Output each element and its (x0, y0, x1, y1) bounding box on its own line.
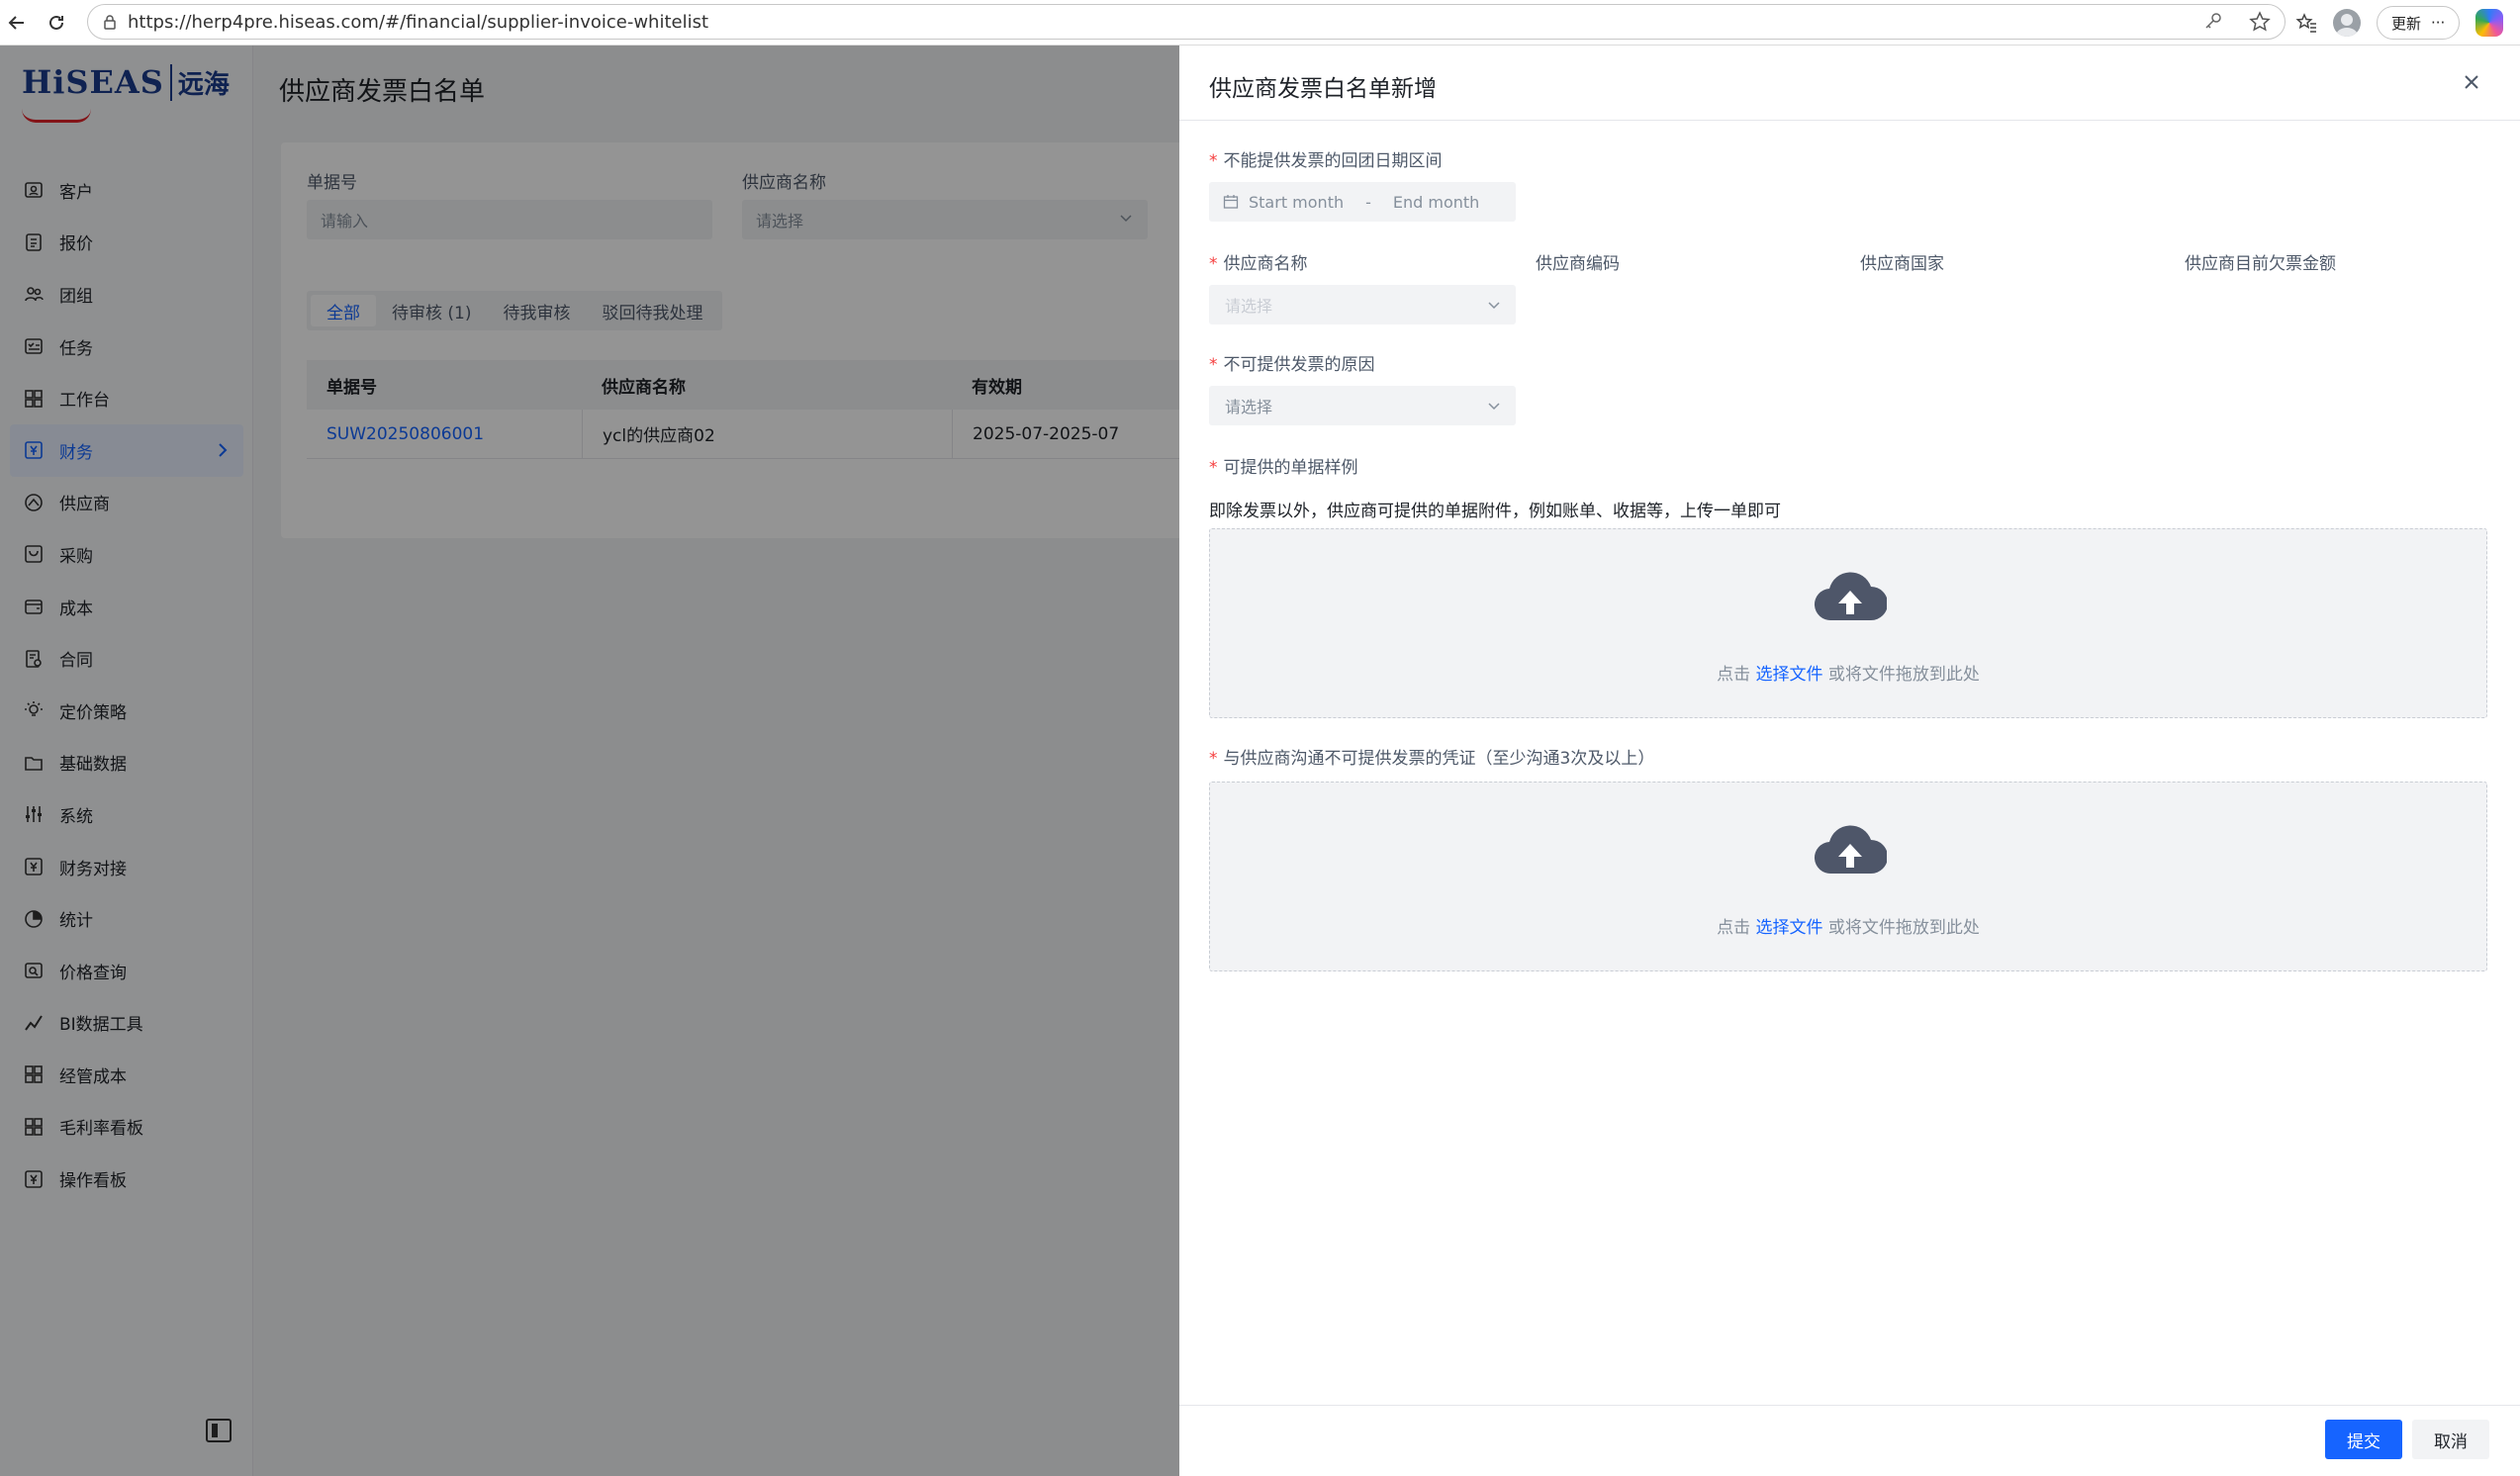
drawer-footer: 提交 取消 (1179, 1405, 2520, 1476)
sample-label-text: 可提供的单据样例 (1223, 458, 1358, 478)
favorites-icon[interactable] (2295, 12, 2317, 34)
required-mark: * (1209, 254, 1218, 274)
url-text: https://herp4pre.hiseas.com/#/financial/… (128, 11, 709, 33)
supplier-name-field-text: 供应商名称 (1223, 254, 1308, 274)
supplier-code-label: 供应商编码 (1536, 254, 1620, 274)
chevron-down-icon (1488, 403, 1500, 411)
sample-hint: 即除发票以外，供应商可提供的单据附件，例如账单、收据等，上传一单即可 (1209, 502, 1781, 521)
upload-text: 点击 选择文件 或将文件拖放到此处 (1210, 913, 2486, 938)
reason-select[interactable]: 请选择 (1209, 386, 1516, 425)
upload-prefix: 点击 (1717, 918, 1756, 938)
required-mark: * (1209, 458, 1218, 478)
supplier-country-label: 供应商国家 (1860, 254, 1944, 274)
lock-icon (104, 15, 116, 30)
date-range-label-text: 不能提供发票的回团日期区间 (1223, 151, 1443, 171)
browser-toolbar: https://herp4pre.hiseas.com/#/financial/… (0, 0, 2520, 46)
upload-suffix: 或将文件拖放到此处 (1822, 665, 1980, 685)
update-button[interactable]: 更新 ··· (2377, 6, 2461, 40)
proof-upload-dropzone[interactable]: 点击 选择文件 或将文件拖放到此处 (1209, 782, 2487, 971)
required-mark: * (1209, 749, 1218, 769)
calendar-icon (1223, 195, 1239, 209)
upload-suffix: 或将文件拖放到此处 (1822, 918, 1980, 938)
required-mark: * (1209, 355, 1218, 375)
proof-label-text: 与供应商沟通不可提供发票的凭证（至少沟通3次及以上） (1223, 749, 1655, 769)
start-month-input[interactable]: Start month (1249, 193, 1344, 212)
supplier-name-select-placeholder: 请选择 (1225, 297, 1273, 316)
cloud-upload-icon (1815, 572, 1887, 621)
close-icon[interactable] (2461, 71, 2482, 93)
end-month-input[interactable]: End month (1393, 193, 1479, 212)
reason-label-text: 不可提供发票的原因 (1223, 355, 1375, 375)
select-file-link[interactable]: 选择文件 (1756, 918, 1823, 938)
required-mark: * (1209, 151, 1218, 171)
supplier-name-select[interactable]: 请选择 (1209, 285, 1516, 324)
select-file-link[interactable]: 选择文件 (1756, 665, 1823, 685)
star-icon[interactable] (2249, 11, 2271, 33)
address-bar[interactable]: https://herp4pre.hiseas.com/#/financial/… (87, 4, 2286, 40)
upload-text: 点击 选择文件 或将文件拖放到此处 (1210, 660, 2486, 685)
copilot-icon[interactable] (2475, 9, 2504, 37)
supplier-owed-amount-label: 供应商目前欠票金额 (2185, 254, 2336, 274)
chevron-down-icon (1488, 302, 1500, 310)
proof-label: * 与供应商沟通不可提供发票的凭证（至少沟通3次及以上） (1209, 744, 1654, 769)
cloud-upload-icon (1815, 825, 1887, 875)
reason-label: * 不可提供发票的原因 (1209, 350, 1375, 375)
month-range-picker[interactable]: Start month - End month (1209, 182, 1516, 222)
update-label: 更新 (2391, 14, 2422, 33)
reason-select-placeholder: 请选择 (1225, 398, 1273, 416)
key-icon[interactable] (2203, 11, 2223, 31)
date-range-label: * 不能提供发票的回团日期区间 (1209, 146, 1443, 171)
submit-button[interactable]: 提交 (2325, 1420, 2402, 1459)
reload-icon[interactable] (40, 6, 73, 40)
drawer-overlay[interactable] (0, 46, 1179, 1476)
profile-avatar-icon[interactable] (2333, 9, 2361, 37)
upload-prefix: 点击 (1717, 665, 1756, 685)
drawer-header: 供应商发票白名单新增 (1179, 46, 2520, 121)
sample-upload-dropzone[interactable]: 点击 选择文件 或将文件拖放到此处 (1209, 528, 2487, 718)
add-whitelist-drawer: 供应商发票白名单新增 * 不能提供发票的回团日期区间 Start month - … (1179, 46, 2520, 1476)
range-separator: - (1365, 192, 1371, 212)
sample-label: * 可提供的单据样例 (1209, 453, 1358, 478)
more-icon: ··· (2431, 14, 2446, 32)
back-icon[interactable] (0, 6, 34, 40)
cancel-button[interactable]: 取消 (2412, 1420, 2489, 1459)
drawer-title: 供应商发票白名单新增 (1209, 76, 1437, 102)
supplier-name-field-label: * 供应商名称 (1209, 249, 1308, 274)
